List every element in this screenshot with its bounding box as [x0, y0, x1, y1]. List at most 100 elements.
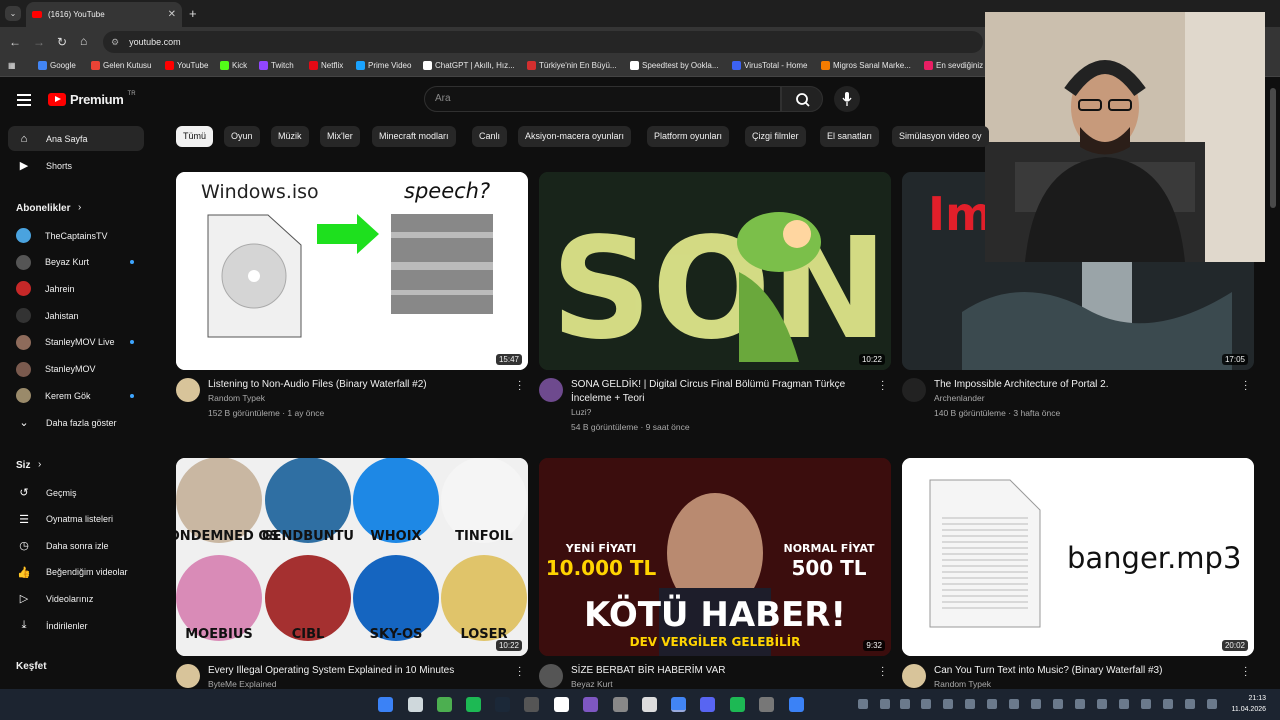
youtube-logo[interactable]: Premium TR: [48, 91, 136, 107]
channel-name[interactable]: Random Typek: [208, 393, 265, 403]
app-icon[interactable]: [759, 697, 774, 712]
tray-icon[interactable]: [1009, 699, 1019, 709]
more-options-icon[interactable]: · · ·: [518, 663, 521, 681]
sidebar-item[interactable]: 👍 Beğendiğim videolar: [8, 560, 144, 585]
system-clock[interactable]: 21:13 11.04.2026: [1231, 693, 1266, 715]
sidebar-item[interactable]: ⌄ Daha fazla göster: [8, 410, 144, 435]
channel-name[interactable]: ByteMe Explained: [208, 679, 277, 689]
channel-avatar[interactable]: [539, 378, 563, 402]
bookmark-7[interactable]: ChatGPT | Akıllı, Hız...: [423, 61, 515, 70]
tray-icon[interactable]: [943, 699, 953, 709]
tray-icon[interactable]: [880, 699, 890, 709]
channel-name[interactable]: Random Typek: [934, 679, 991, 689]
sidebar-item[interactable]: Jahistan: [8, 303, 144, 328]
channel-name[interactable]: Archenlander: [934, 393, 985, 403]
channel-name[interactable]: Luzi?: [571, 407, 591, 417]
bookmark-2[interactable]: YouTube: [165, 61, 208, 70]
search-input[interactable]: Ara: [424, 86, 781, 112]
home-icon[interactable]: ⌂: [80, 34, 87, 48]
sidebar-item[interactable]: StanleyMOV: [8, 357, 144, 382]
tray-icon[interactable]: [1031, 699, 1041, 709]
channel-avatar[interactable]: [902, 378, 926, 402]
sidebar-item[interactable]: TheCaptainsTV: [8, 223, 144, 248]
discord-icon[interactable]: [700, 697, 715, 712]
more-options-icon[interactable]: · · ·: [1244, 663, 1247, 681]
minecraft-icon[interactable]: [437, 697, 452, 712]
sidebar-item[interactable]: ◷ Daha sonra izle: [8, 533, 144, 558]
apps-icon[interactable]: ▦: [8, 61, 16, 70]
app-icon[interactable]: [554, 697, 569, 712]
hamburger-menu-icon[interactable]: [17, 94, 31, 106]
chip-3[interactable]: Mix'ler: [320, 126, 360, 147]
tray-icon[interactable]: [921, 699, 931, 709]
more-options-icon[interactable]: · · ·: [1244, 377, 1247, 395]
more-options-icon[interactable]: · · ·: [881, 663, 884, 681]
tray-icon[interactable]: [858, 699, 868, 709]
bookmark-11[interactable]: Migros Sanal Marke...: [821, 61, 911, 70]
bookmark-9[interactable]: Speedtest by Ookla...: [630, 61, 719, 70]
channel-name[interactable]: Beyaz Kurt: [571, 679, 613, 689]
sidebar-item[interactable]: ⌂ Ana Sayfa: [8, 126, 144, 151]
sidebar-item[interactable]: Jahrein: [8, 276, 144, 301]
chip-6[interactable]: Aksiyon-macera oyunları: [518, 126, 632, 147]
tray-icon[interactable]: [987, 699, 997, 709]
chip-5[interactable]: Canlı: [472, 126, 508, 147]
site-info-icon[interactable]: ⚙: [111, 37, 119, 48]
app-icon[interactable]: [789, 697, 804, 712]
bookmark-10[interactable]: VirusTotal - Home: [732, 61, 807, 70]
tray-icon[interactable]: [1075, 699, 1085, 709]
spotify-icon[interactable]: [466, 697, 481, 712]
video-title[interactable]: SİZE BERBAT BİR HABERİM VAR: [571, 664, 861, 678]
bookmark-4[interactable]: Twitch: [259, 61, 294, 70]
channel-avatar[interactable]: [539, 664, 563, 688]
app-icon[interactable]: [613, 697, 628, 712]
sidebar-item[interactable]: ▷ Videolarınız: [8, 586, 144, 611]
start-icon[interactable]: [378, 697, 393, 712]
tray-icon[interactable]: [1097, 699, 1107, 709]
search-button[interactable]: [781, 86, 823, 112]
chip-2[interactable]: Müzik: [271, 126, 309, 147]
tray-icon[interactable]: [1185, 699, 1195, 709]
sidebar-item[interactable]: Beyaz Kurt: [8, 250, 144, 275]
voice-search-button[interactable]: [834, 86, 860, 112]
bookmark-0[interactable]: Google: [38, 61, 76, 70]
app-icon[interactable]: [642, 697, 657, 712]
tray-icon[interactable]: [1141, 699, 1151, 709]
new-tab-button[interactable]: +: [189, 6, 197, 21]
steam-icon[interactable]: [495, 697, 510, 712]
tray-icon[interactable]: [900, 699, 910, 709]
tray-icon[interactable]: [1163, 699, 1173, 709]
forward-icon[interactable]: →: [33, 35, 45, 49]
reload-icon[interactable]: ↻: [57, 35, 67, 49]
tray-icon[interactable]: [1053, 699, 1063, 709]
tray-icon[interactable]: [1119, 699, 1129, 709]
chrome-icon[interactable]: [671, 697, 686, 712]
back-icon[interactable]: ←: [9, 35, 21, 49]
app-icon[interactable]: [583, 697, 598, 712]
more-options-icon[interactable]: · · ·: [518, 377, 521, 395]
subscriptions-heading[interactable]: Abonelikler: [16, 203, 70, 214]
bookmark-6[interactable]: Prime Video: [356, 61, 411, 70]
video-title[interactable]: Every Illegal Operating System Explained…: [208, 664, 498, 678]
bookmark-8[interactable]: Türkiye'nin En Büyü...: [527, 61, 617, 70]
video-title[interactable]: The Impossible Architecture of Portal 2.: [934, 378, 1224, 392]
chip-8[interactable]: Çizgi filmler: [745, 126, 806, 147]
bookmark-1[interactable]: Gelen Kutusu: [91, 61, 151, 70]
video-title[interactable]: SONA GELDİK! | Digital Circus Final Bölü…: [571, 378, 861, 406]
close-tab-icon[interactable]: ✕: [168, 9, 176, 20]
channel-avatar[interactable]: [176, 664, 200, 688]
tray-icon[interactable]: [1207, 699, 1217, 709]
you-heading[interactable]: Siz: [16, 460, 30, 471]
video-thumbnail[interactable]: SON?10:22: [539, 172, 891, 370]
scrollbar[interactable]: [1270, 88, 1276, 208]
sidebar-item[interactable]: ↺ Geçmiş: [8, 480, 144, 505]
chip-7[interactable]: Platform oyunları: [647, 126, 730, 147]
chip-9[interactable]: El sanatları: [820, 126, 880, 147]
bookmark-5[interactable]: Netflix: [309, 61, 343, 70]
sidebar-item[interactable]: StanleyMOV Live: [8, 330, 144, 355]
sidebar-item[interactable]: ▶ Shorts: [8, 153, 144, 178]
sidebar-item[interactable]: Kerem Gök: [8, 383, 144, 408]
sidebar-item[interactable]: ⤓ İndirilenler: [8, 613, 144, 638]
tab-youtube[interactable]: (1616) YouTube ✕: [26, 2, 182, 27]
bookmark-3[interactable]: Kick: [220, 61, 247, 70]
